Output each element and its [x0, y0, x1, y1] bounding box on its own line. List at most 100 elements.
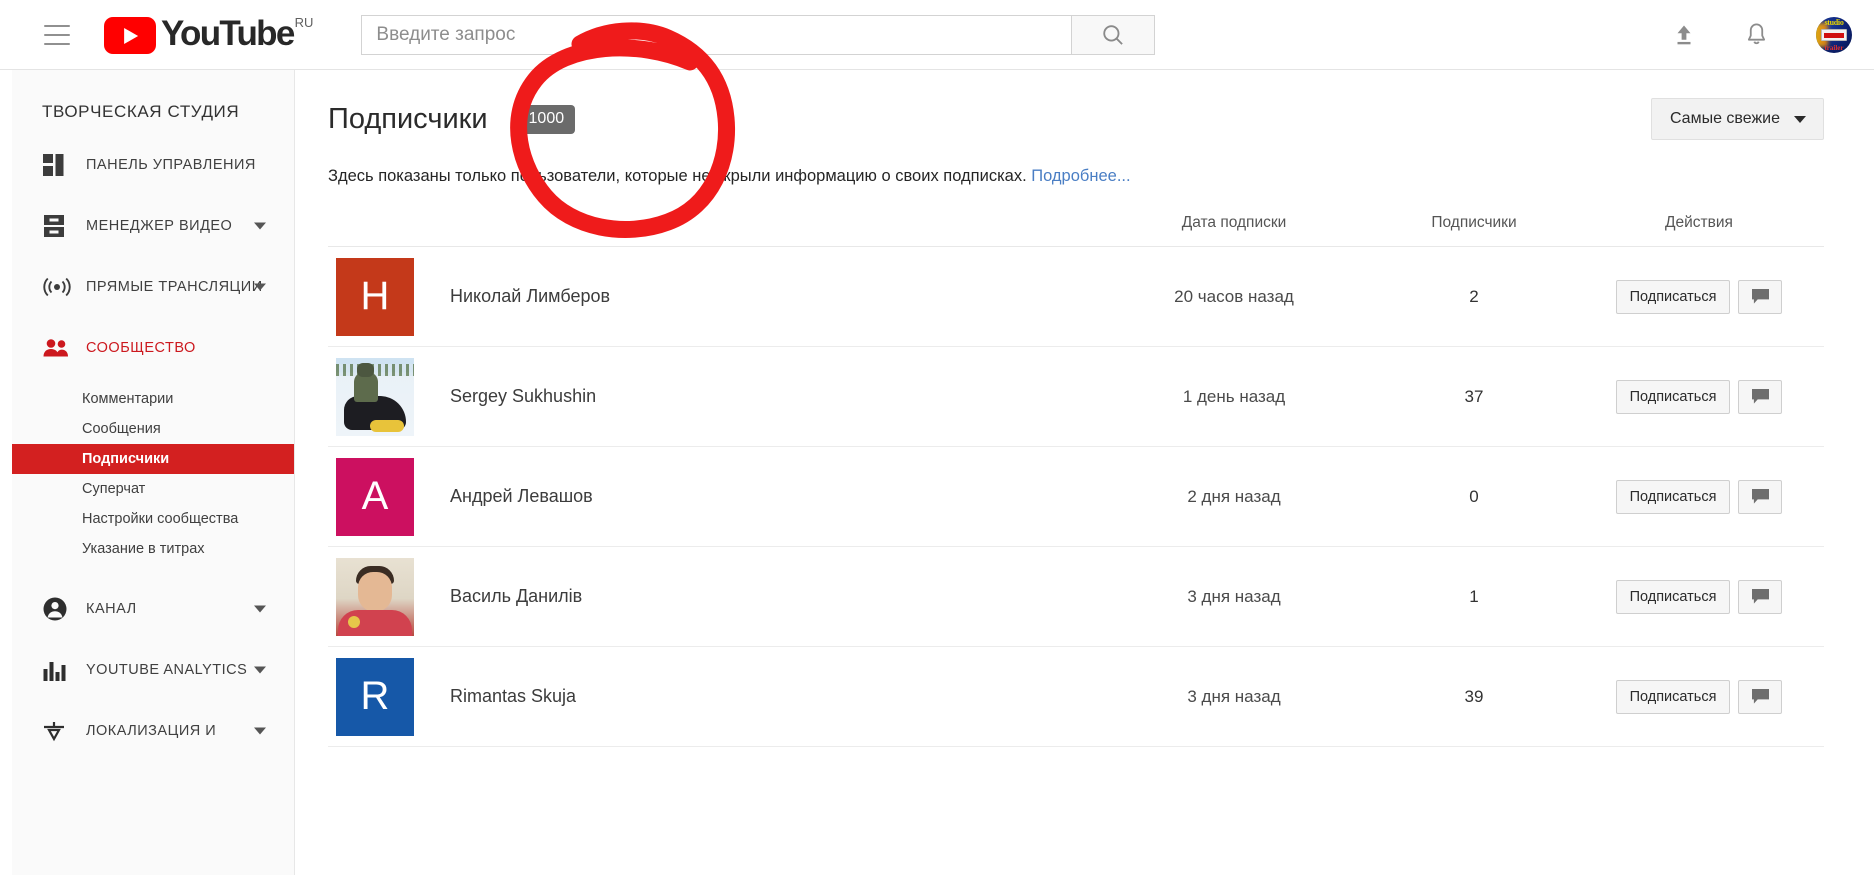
sidebar-subitem-subscribers[interactable]: Подписчики	[12, 444, 294, 474]
community-people-icon	[42, 335, 72, 361]
chevron-down-icon[interactable]	[254, 222, 266, 229]
avatar-letter: R	[360, 674, 390, 718]
sidebar-item-youtube-analytics[interactable]: YOUTUBE ANALYTICS	[12, 639, 294, 700]
upload-button[interactable]	[1671, 22, 1697, 48]
sidebar-item-dashboard[interactable]: ПАНЕЛЬ УПРАВЛЕНИЯ	[12, 134, 294, 195]
learn-more-link[interactable]: Подробнее...	[1031, 167, 1130, 185]
sort-dropdown-label: Самые свежие	[1669, 110, 1780, 127]
subscriber-count-badge: 1000	[517, 104, 576, 134]
row-actions: Подписаться	[1574, 479, 1824, 514]
message-button[interactable]	[1738, 279, 1783, 314]
subscribers-table: Дата подписки Подписчики Действия Н Нико…	[328, 214, 1824, 747]
search-icon	[1103, 24, 1124, 45]
sidebar-subitem-community-settings[interactable]: Настройки сообщества	[12, 504, 294, 534]
table-row[interactable]: Sergey Sukhushin 1 день назад 37 Подписа…	[328, 347, 1824, 447]
sidebar-subitem-label: Подписчики	[82, 451, 170, 467]
subscribe-date: 20 часов назад	[1174, 286, 1294, 306]
chevron-down-icon[interactable]	[254, 666, 266, 673]
table-row[interactable]: Василь Данилів 3 дня назад 1 Подписаться	[328, 547, 1824, 647]
avatar-truck-graphic	[1821, 28, 1847, 41]
dashboard-icon	[42, 152, 72, 178]
user-cell: Sergey Sukhushin	[328, 357, 1094, 436]
chevron-down-icon[interactable]	[254, 605, 266, 612]
subscribe-button[interactable]: Подписаться	[1615, 279, 1731, 314]
avatar	[336, 557, 414, 636]
avatar-top-text: studio	[1824, 17, 1844, 27]
sidebar-item-label: КАНАЛ	[86, 600, 137, 617]
page-description-text: Здесь показаны только пользователи, кото…	[328, 167, 1032, 185]
analytics-bars-icon	[42, 657, 72, 683]
account-avatar[interactable]: studio trailer	[1816, 16, 1852, 53]
chevron-down-icon[interactable]	[254, 727, 266, 734]
youtube-play-icon	[104, 17, 156, 54]
user-cell: R Rimantas Skuja	[328, 657, 1094, 736]
sidebar-item-localization[interactable]: ЛОКАЛИЗАЦИЯ И	[12, 700, 294, 761]
table-row[interactable]: А Андрей Левашов 2 дня назад 0 Подписать…	[328, 447, 1824, 547]
avatar: Н	[336, 257, 414, 336]
sidebar-subitem-messages[interactable]: Сообщения	[12, 414, 294, 444]
page-description: Здесь показаны только пользователи, кото…	[328, 167, 1824, 186]
subscribe-button[interactable]: Подписаться	[1615, 579, 1731, 614]
subscribe-date: 2 дня назад	[1187, 486, 1281, 506]
avatar-photo-trees	[336, 363, 414, 376]
upload-icon	[1677, 24, 1691, 44]
subscriber-name[interactable]: Sergey Sukhushin	[450, 386, 596, 407]
sort-dropdown[interactable]: Самые свежие	[1650, 98, 1824, 140]
row-actions: Подписаться	[1574, 279, 1824, 314]
message-button[interactable]	[1738, 379, 1783, 414]
sidebar-subitem-superchat[interactable]: Суперчат	[12, 474, 294, 504]
title-row: Подписчики 1000 Самые свежие	[328, 98, 1824, 140]
chevron-down-icon[interactable]	[254, 283, 266, 290]
sidebar-subitem-label: Суперчат	[82, 481, 146, 497]
subscriber-name[interactable]: Андрей Левашов	[450, 486, 593, 507]
message-button[interactable]	[1738, 479, 1783, 514]
avatar	[336, 357, 414, 436]
sidebar-item-live-streaming[interactable]: ПРЯМЫЕ ТРАНСЛЯЦИИ	[12, 256, 294, 317]
search-input[interactable]	[374, 22, 1060, 47]
user-cell: Н Николай Лимберов	[328, 257, 1094, 336]
sidebar-item-community[interactable]: СООБЩЕСТВО	[12, 317, 294, 378]
table-row[interactable]: R Rimantas Skuja 3 дня назад 39 Подписат…	[328, 647, 1824, 747]
channel-person-icon	[42, 596, 72, 622]
subscribe-date: 3 дня назад	[1187, 586, 1281, 606]
avatar-letter: А	[361, 474, 389, 518]
sidebar-item-label: ПРЯМЫЕ ТРАНСЛЯЦИИ	[86, 278, 263, 295]
translate-icon	[42, 718, 72, 744]
youtube-logo-text: YouTube	[161, 14, 295, 53]
subscriber-count: 39	[1464, 686, 1484, 706]
sidebar-item-channel[interactable]: КАНАЛ	[12, 578, 294, 639]
sidebar-subitem-credits[interactable]: Указание в титрах	[12, 534, 294, 564]
avatar: А	[336, 457, 414, 536]
subscribe-button[interactable]: Подписаться	[1615, 379, 1731, 414]
subscriber-name[interactable]: Rimantas Skuja	[450, 686, 576, 707]
subscriber-name[interactable]: Василь Данилів	[450, 586, 582, 607]
hamburger-menu-icon[interactable]	[44, 24, 70, 45]
sidebar-item-label: ПАНЕЛЬ УПРАВЛЕНИЯ	[86, 156, 256, 173]
masthead-actions: studio trailer	[1671, 16, 1852, 53]
sidebar-item-label: YOUTUBE ANALYTICS	[86, 661, 248, 678]
subscribe-button[interactable]: Подписаться	[1615, 479, 1731, 514]
avatar-letter: Н	[360, 274, 390, 318]
page-header: Подписчики 1000 Самые свежие Здесь показ…	[296, 70, 1874, 186]
search-button[interactable]	[1071, 14, 1156, 55]
table-row[interactable]: Н Николай Лимберов 20 часов назад 2 Подп…	[328, 247, 1824, 347]
avatar: R	[336, 657, 414, 736]
subscriber-name[interactable]: Николай Лимберов	[450, 286, 610, 307]
sidebar-subitem-label: Указание в титрах	[82, 541, 205, 557]
search-input-wrapper[interactable]	[361, 14, 1072, 55]
sidebar-subitem-label: Сообщения	[82, 421, 161, 437]
subscribe-button[interactable]: Подписаться	[1615, 679, 1731, 714]
message-button[interactable]	[1738, 679, 1783, 714]
sidebar-subitem-comments[interactable]: Комментарии	[12, 384, 294, 414]
creator-studio-title: ТВОРЧЕСКАЯ СТУДИЯ	[42, 102, 240, 121]
subscriber-count: 37	[1464, 386, 1484, 406]
sidebar-item-video-manager[interactable]: МЕНЕДЖЕР ВИДЕО	[12, 195, 294, 256]
message-button[interactable]	[1738, 579, 1783, 614]
row-actions: Подписаться	[1574, 579, 1824, 614]
youtube-logo[interactable]: YouTube RU	[104, 15, 313, 54]
user-cell: А Андрей Левашов	[328, 457, 1094, 536]
notifications-button[interactable]	[1743, 21, 1770, 48]
column-header-actions: Действия	[1665, 214, 1733, 231]
sidebar-subitem-label: Комментарии	[82, 391, 174, 407]
search-bar	[361, 14, 1156, 55]
